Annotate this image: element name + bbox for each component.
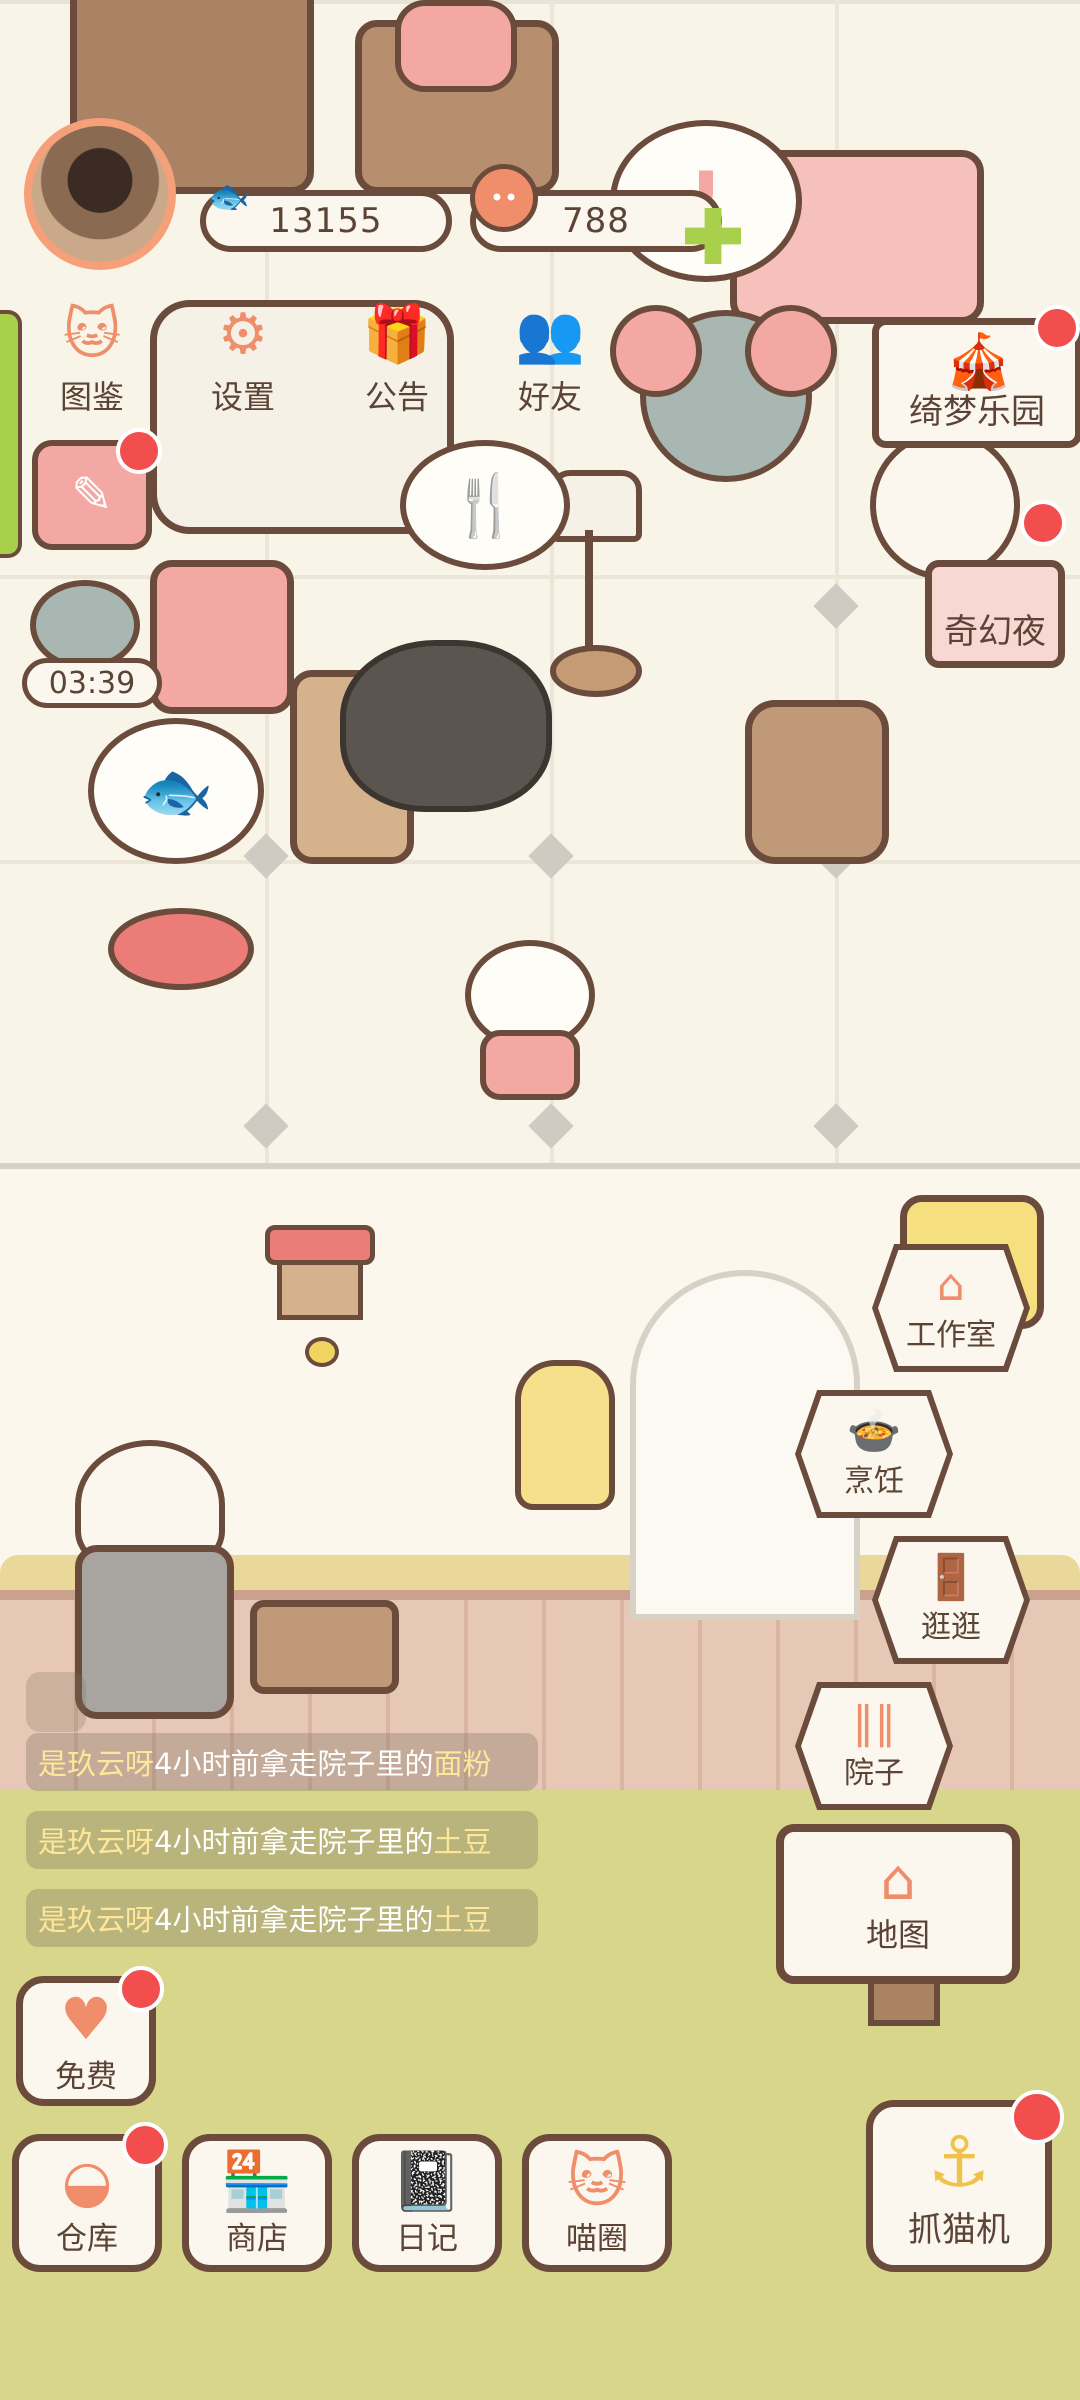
fence-icon: ∥∥ bbox=[852, 1698, 896, 1749]
shop-label: 商店 bbox=[226, 2220, 288, 2257]
pencil-icon: ✎ bbox=[71, 466, 113, 524]
room-divider bbox=[0, 1163, 1080, 1169]
feed-item: 是玖云呀 4小时前拿走院子里的 土豆 bbox=[26, 1811, 538, 1869]
mouse-timer: 03:39 bbox=[22, 658, 162, 708]
notification-dot bbox=[1020, 500, 1066, 546]
player-avatar[interactable] bbox=[24, 118, 176, 270]
gift-icon: 🎁 bbox=[362, 302, 432, 367]
yard-button[interactable]: ∥∥ 院子 bbox=[795, 1682, 953, 1810]
menu-settings[interactable]: ⚙ 设置 bbox=[183, 300, 303, 418]
mouse-ear bbox=[610, 305, 702, 397]
hanger-icon: ⌂ bbox=[937, 1260, 965, 1311]
telephone[interactable] bbox=[395, 0, 517, 92]
menu-notice[interactable]: 🎁 公告 bbox=[337, 300, 457, 418]
bird-house[interactable] bbox=[265, 1225, 375, 1367]
diary-button[interactable]: 📓 日记 bbox=[352, 2134, 502, 2272]
feed-text: 4小时前拿走院子里的 bbox=[154, 1747, 434, 1781]
house-icon: ⌂ bbox=[880, 1848, 916, 1913]
menu-settings-label: 设置 bbox=[210, 378, 275, 416]
notification-dot bbox=[116, 428, 162, 474]
notification-dot bbox=[122, 2122, 168, 2168]
stove[interactable] bbox=[75, 1545, 234, 1719]
pink-cabinet[interactable] bbox=[150, 560, 294, 714]
menu-friends[interactable]: 👥 好友 bbox=[490, 300, 610, 418]
stroll-button[interactable]: 🚪 逛逛 bbox=[872, 1536, 1030, 1664]
carousel-icon: 🎪 bbox=[945, 330, 1013, 393]
shop-button[interactable]: 🏪 商店 bbox=[182, 2134, 332, 2272]
fantasy-night-label: 奇幻夜 bbox=[944, 612, 1046, 652]
notification-dot bbox=[1010, 2090, 1064, 2144]
fantasy-night-banner[interactable]: 奇幻夜 bbox=[925, 560, 1065, 668]
mouse-ear bbox=[745, 305, 837, 397]
menu-handbook[interactable]: 🐱 图鉴 bbox=[32, 300, 152, 418]
shop-icon: 🏪 bbox=[220, 2146, 294, 2215]
black-cat[interactable] bbox=[340, 640, 552, 812]
food-request-bubble[interactable]: 🍴 bbox=[400, 440, 570, 570]
cat-planet-icon: 🐱 bbox=[566, 2146, 628, 2215]
door-icon: 🚪 bbox=[923, 1552, 979, 1603]
friends-icon: 👥 bbox=[515, 302, 585, 367]
heart-currency-value: 788 bbox=[562, 201, 630, 241]
pot-icon: 🍲 bbox=[846, 1406, 902, 1457]
heart-face-icon: ♥ bbox=[60, 1984, 112, 2053]
menu-handbook-label: 图鉴 bbox=[59, 378, 124, 416]
fish-icon: 🐟 bbox=[207, 177, 251, 217]
stroll-label: 逛逛 bbox=[921, 1610, 981, 1645]
cooking-label: 烹饪 bbox=[844, 1464, 904, 1499]
mouse-icon[interactable] bbox=[30, 580, 140, 670]
feed-item-name: 面粉 bbox=[433, 1747, 492, 1781]
fan[interactable] bbox=[870, 430, 1020, 580]
notification-dot bbox=[1034, 305, 1080, 351]
feed-item-name: 土豆 bbox=[433, 1825, 492, 1859]
sign-post bbox=[868, 1980, 940, 2026]
menu-notice-label: 公告 bbox=[364, 378, 429, 416]
workshop-button[interactable]: ⌂ 工作室 bbox=[872, 1244, 1030, 1372]
feed-item: 是玖云呀 4小时前拿走院子里的 土豆 bbox=[26, 1889, 538, 1947]
wooden-stool[interactable] bbox=[250, 1600, 399, 1694]
feed-user: 是玖云呀 bbox=[38, 1903, 155, 1937]
claw-machine-label: 抓猫机 bbox=[908, 2209, 1010, 2250]
claw-icon: ⚓ bbox=[927, 2120, 991, 2203]
feed-text: 4小时前拿走院子里的 bbox=[154, 1903, 434, 1937]
gear-icon: ⚙ bbox=[217, 302, 269, 367]
wooden-chair[interactable] bbox=[745, 700, 889, 864]
mouse-timer-text: 03:39 bbox=[48, 665, 136, 701]
side-drawer-tab[interactable] bbox=[0, 310, 22, 558]
free-label: 免费 bbox=[55, 2058, 117, 2095]
cooking-button[interactable]: 🍲 烹饪 bbox=[795, 1390, 953, 1518]
lantern[interactable] bbox=[515, 1360, 615, 1510]
yard-label: 院子 bbox=[844, 1756, 904, 1791]
gumball-machine[interactable] bbox=[465, 940, 595, 1100]
feed-user: 是玖云呀 bbox=[38, 1825, 155, 1859]
feed-toggle[interactable] bbox=[26, 1672, 86, 1732]
feed-item: 是玖云呀 4小时前拿走院子里的 面粉 bbox=[26, 1733, 538, 1791]
meow-circle-label: 喵圈 bbox=[566, 2220, 628, 2257]
feed-user: 是玖云呀 bbox=[38, 1747, 155, 1781]
notification-dot bbox=[118, 1966, 164, 2012]
feed-text: 4小时前拿走院子里的 bbox=[154, 1825, 434, 1859]
fork-spoon-icon: 🍴 bbox=[447, 470, 523, 541]
meow-circle-button[interactable]: 🐱 喵圈 bbox=[522, 2134, 672, 2272]
warehouse-icon: ◒ bbox=[61, 2146, 113, 2215]
food-bowl[interactable] bbox=[108, 908, 254, 990]
workshop-label: 工作室 bbox=[906, 1318, 996, 1353]
fish-currency-value: 13155 bbox=[269, 201, 383, 241]
cat-book-icon: 🐱 bbox=[62, 302, 122, 367]
map-button[interactable]: ⌂ 地图 bbox=[776, 1824, 1020, 1984]
warehouse-label: 仓库 bbox=[56, 2220, 118, 2257]
fish-request-bubble[interactable]: 🐟 bbox=[88, 718, 264, 864]
menu-friends-label: 好友 bbox=[517, 378, 582, 416]
map-label: 地图 bbox=[865, 1916, 930, 1954]
fish-icon: 🐟 bbox=[138, 756, 214, 827]
diary-label: 日记 bbox=[396, 2220, 458, 2257]
heart-face-icon: •• bbox=[470, 164, 538, 232]
diary-icon: 📓 bbox=[390, 2146, 464, 2215]
feed-item-name: 土豆 bbox=[433, 1903, 492, 1937]
